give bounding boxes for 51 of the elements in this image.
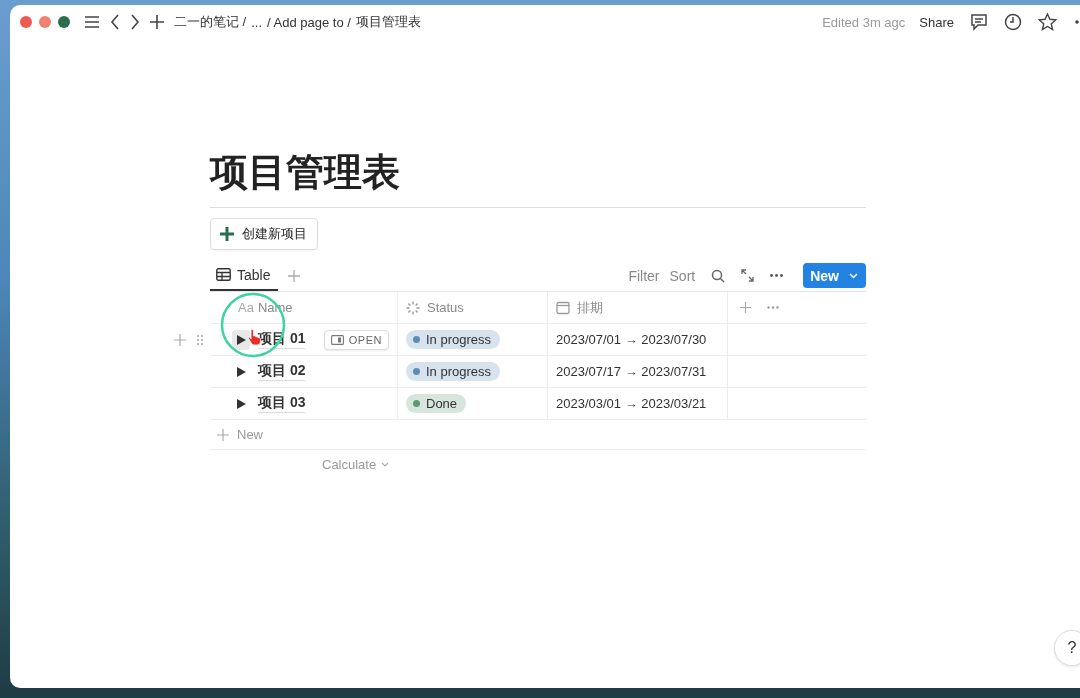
create-button[interactable]: 创建新项目 <box>210 218 318 250</box>
plus-icon <box>217 428 229 441</box>
chevron-down-icon <box>381 461 390 467</box>
breadcrumb[interactable]: / Add page to / <box>267 14 351 30</box>
caret-icon <box>849 272 858 279</box>
drag-handle-icon[interactable] <box>196 333 204 346</box>
view-tab[interactable]: Table <box>210 260 279 291</box>
minimize-light[interactable] <box>39 16 51 28</box>
column-header[interactable]: 排期 <box>577 298 603 317</box>
forward-icon[interactable] <box>130 14 140 30</box>
toolbar-link[interactable]: Sort <box>669 267 696 284</box>
clock-icon[interactable] <box>1004 13 1022 31</box>
comment-icon[interactable] <box>970 13 988 31</box>
close-light[interactable] <box>20 16 32 28</box>
toolbar-link[interactable]: Filter <box>628 267 660 284</box>
status-tag[interactable]: In progress <box>406 330 501 349</box>
table-icon <box>216 268 231 281</box>
row-title[interactable]: 项目 02 <box>258 362 306 381</box>
calendar-icon <box>556 300 570 315</box>
panel-icon <box>330 334 344 345</box>
expand-toggle[interactable] <box>232 329 250 350</box>
date-range: 2023/03/01 → 2023/03/21 <box>556 396 707 411</box>
breadcrumb[interactable]: 项目管理表 <box>355 13 421 31</box>
status-property-icon <box>406 300 420 315</box>
star-icon[interactable] <box>1038 13 1057 31</box>
open-button[interactable]: OPEN <box>323 329 389 350</box>
new-button[interactable]: New <box>803 263 866 288</box>
breadcrumb[interactable]: 二一的笔记 / <box>174 13 247 31</box>
text-type-label: Aa <box>238 300 254 315</box>
triangle-icon <box>236 366 246 377</box>
date-range: 2023/07/01 → 2023/07/30 <box>556 332 707 347</box>
plus-icon <box>220 227 234 241</box>
row-title[interactable]: 项目 03 <box>258 394 306 413</box>
plus-icon[interactable] <box>150 15 164 29</box>
menu-icon[interactable] <box>84 15 100 29</box>
status-tag[interactable]: Done <box>406 394 467 413</box>
back-icon[interactable] <box>110 14 120 30</box>
triangle-icon <box>236 398 246 409</box>
more-icon[interactable] <box>770 274 784 277</box>
edited-time: Edited 3m agc <box>822 14 906 30</box>
status-tag[interactable]: In progress <box>406 362 501 381</box>
help-button[interactable]: ? <box>1054 630 1080 666</box>
page-title: 项目管理表 <box>210 150 401 195</box>
share-button[interactable]: Share <box>919 14 954 30</box>
search-icon[interactable] <box>711 268 726 283</box>
column-header[interactable]: Status <box>427 300 464 315</box>
maximize-light[interactable] <box>58 16 70 28</box>
breadcrumb[interactable]: ... <box>251 14 263 30</box>
expand-icon[interactable] <box>741 269 755 282</box>
triangle-icon <box>236 334 246 345</box>
date-range: 2023/07/17 → 2023/07/31 <box>556 364 707 379</box>
